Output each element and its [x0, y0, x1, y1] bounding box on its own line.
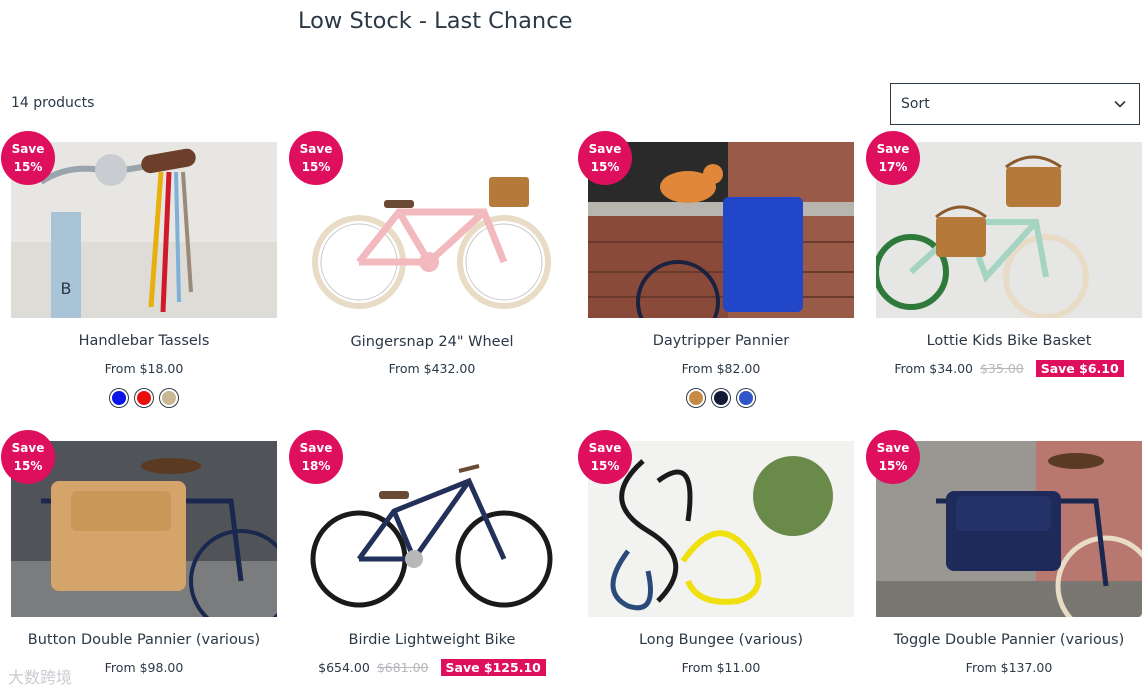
product-price-line: From $34.00 $35.00 Save $6.10	[876, 360, 1142, 377]
product-name[interactable]: Toggle Double Pannier (various)	[876, 632, 1142, 648]
product-price: From $82.00	[681, 361, 761, 376]
save-amount-tag: Save $125.10	[440, 659, 546, 676]
badge-percent: 17%	[878, 160, 908, 174]
product-name[interactable]: Handlebar Tassels	[11, 333, 277, 349]
badge-percent: 15%	[878, 459, 908, 473]
product-price: From $11.00	[681, 660, 761, 675]
badge-percent: 15%	[590, 160, 620, 174]
swatch-tan[interactable]	[687, 389, 705, 407]
sale-badge: Save 15%	[578, 430, 632, 484]
sale-badge: Save 15%	[578, 131, 632, 185]
sort-label: Sort	[901, 96, 930, 112]
product-name[interactable]: Long Bungee (various)	[588, 632, 854, 648]
badge-text: Save	[11, 142, 45, 156]
product-price-line: From $18.00	[11, 361, 277, 376]
product-name[interactable]: Daytripper Pannier	[588, 333, 854, 349]
product-price: From $34.00	[894, 361, 973, 376]
product-price-line: From $432.00	[299, 361, 565, 376]
badge-percent: 15%	[13, 459, 43, 473]
color-swatches	[11, 389, 277, 407]
sale-badge: Save 15%	[1, 430, 55, 484]
product-name[interactable]: Birdie Lightweight Bike	[299, 632, 565, 648]
sale-badge: Save 15%	[1, 131, 55, 185]
compare-at-price: $681.00	[376, 660, 429, 675]
badge-text: Save	[588, 441, 622, 455]
badge-text: Save	[588, 142, 622, 156]
sale-badge: Save 15%	[289, 131, 343, 185]
badge-text: Save	[299, 142, 333, 156]
sale-badge: Save 18%	[289, 430, 343, 484]
product-name[interactable]: Gingersnap 24" Wheel	[299, 334, 565, 350]
badge-percent: 15%	[590, 459, 620, 473]
sort-select[interactable]: Sort	[890, 83, 1140, 125]
badge-percent: 15%	[13, 160, 43, 174]
product-count: 14 products	[11, 95, 95, 111]
product-price-line: From $137.00	[876, 660, 1142, 675]
product-name[interactable]: Lottie Kids Bike Basket	[876, 333, 1142, 349]
product-price: From $98.00	[104, 660, 184, 675]
product-price: From $432.00	[388, 361, 476, 376]
swatch-tan[interactable]	[160, 389, 178, 407]
product-price: $654.00	[318, 660, 370, 675]
sale-badge: Save 15%	[866, 430, 920, 484]
badge-text: Save	[11, 441, 45, 455]
svg-text:B: B	[61, 279, 72, 298]
product-price-line: From $11.00	[588, 660, 854, 675]
swatch-red[interactable]	[135, 389, 153, 407]
product-price: From $137.00	[965, 660, 1053, 675]
badge-text: Save	[876, 142, 910, 156]
watermark: 大数跨境	[8, 668, 73, 687]
sale-badge: Save 17%	[866, 131, 920, 185]
compare-at-price: $35.00	[979, 361, 1024, 376]
color-swatches	[588, 389, 854, 407]
badge-text: Save	[299, 441, 333, 455]
page-title: Low Stock - Last Chance	[298, 8, 573, 34]
badge-percent: 18%	[301, 459, 331, 473]
product-price-line: From $82.00	[588, 361, 854, 376]
save-amount-tag: Save $6.10	[1035, 360, 1124, 377]
swatch-blue[interactable]	[110, 389, 128, 407]
chevron-down-icon	[1114, 100, 1126, 108]
product-price: From $18.00	[104, 361, 184, 376]
product-name[interactable]: Button Double Pannier (various)	[11, 632, 277, 648]
badge-percent: 15%	[301, 160, 331, 174]
product-price-line: $654.00 $681.00 Save $125.10	[299, 659, 565, 676]
swatch-blue[interactable]	[737, 389, 755, 407]
badge-text: Save	[876, 441, 910, 455]
swatch-navy[interactable]	[712, 389, 730, 407]
